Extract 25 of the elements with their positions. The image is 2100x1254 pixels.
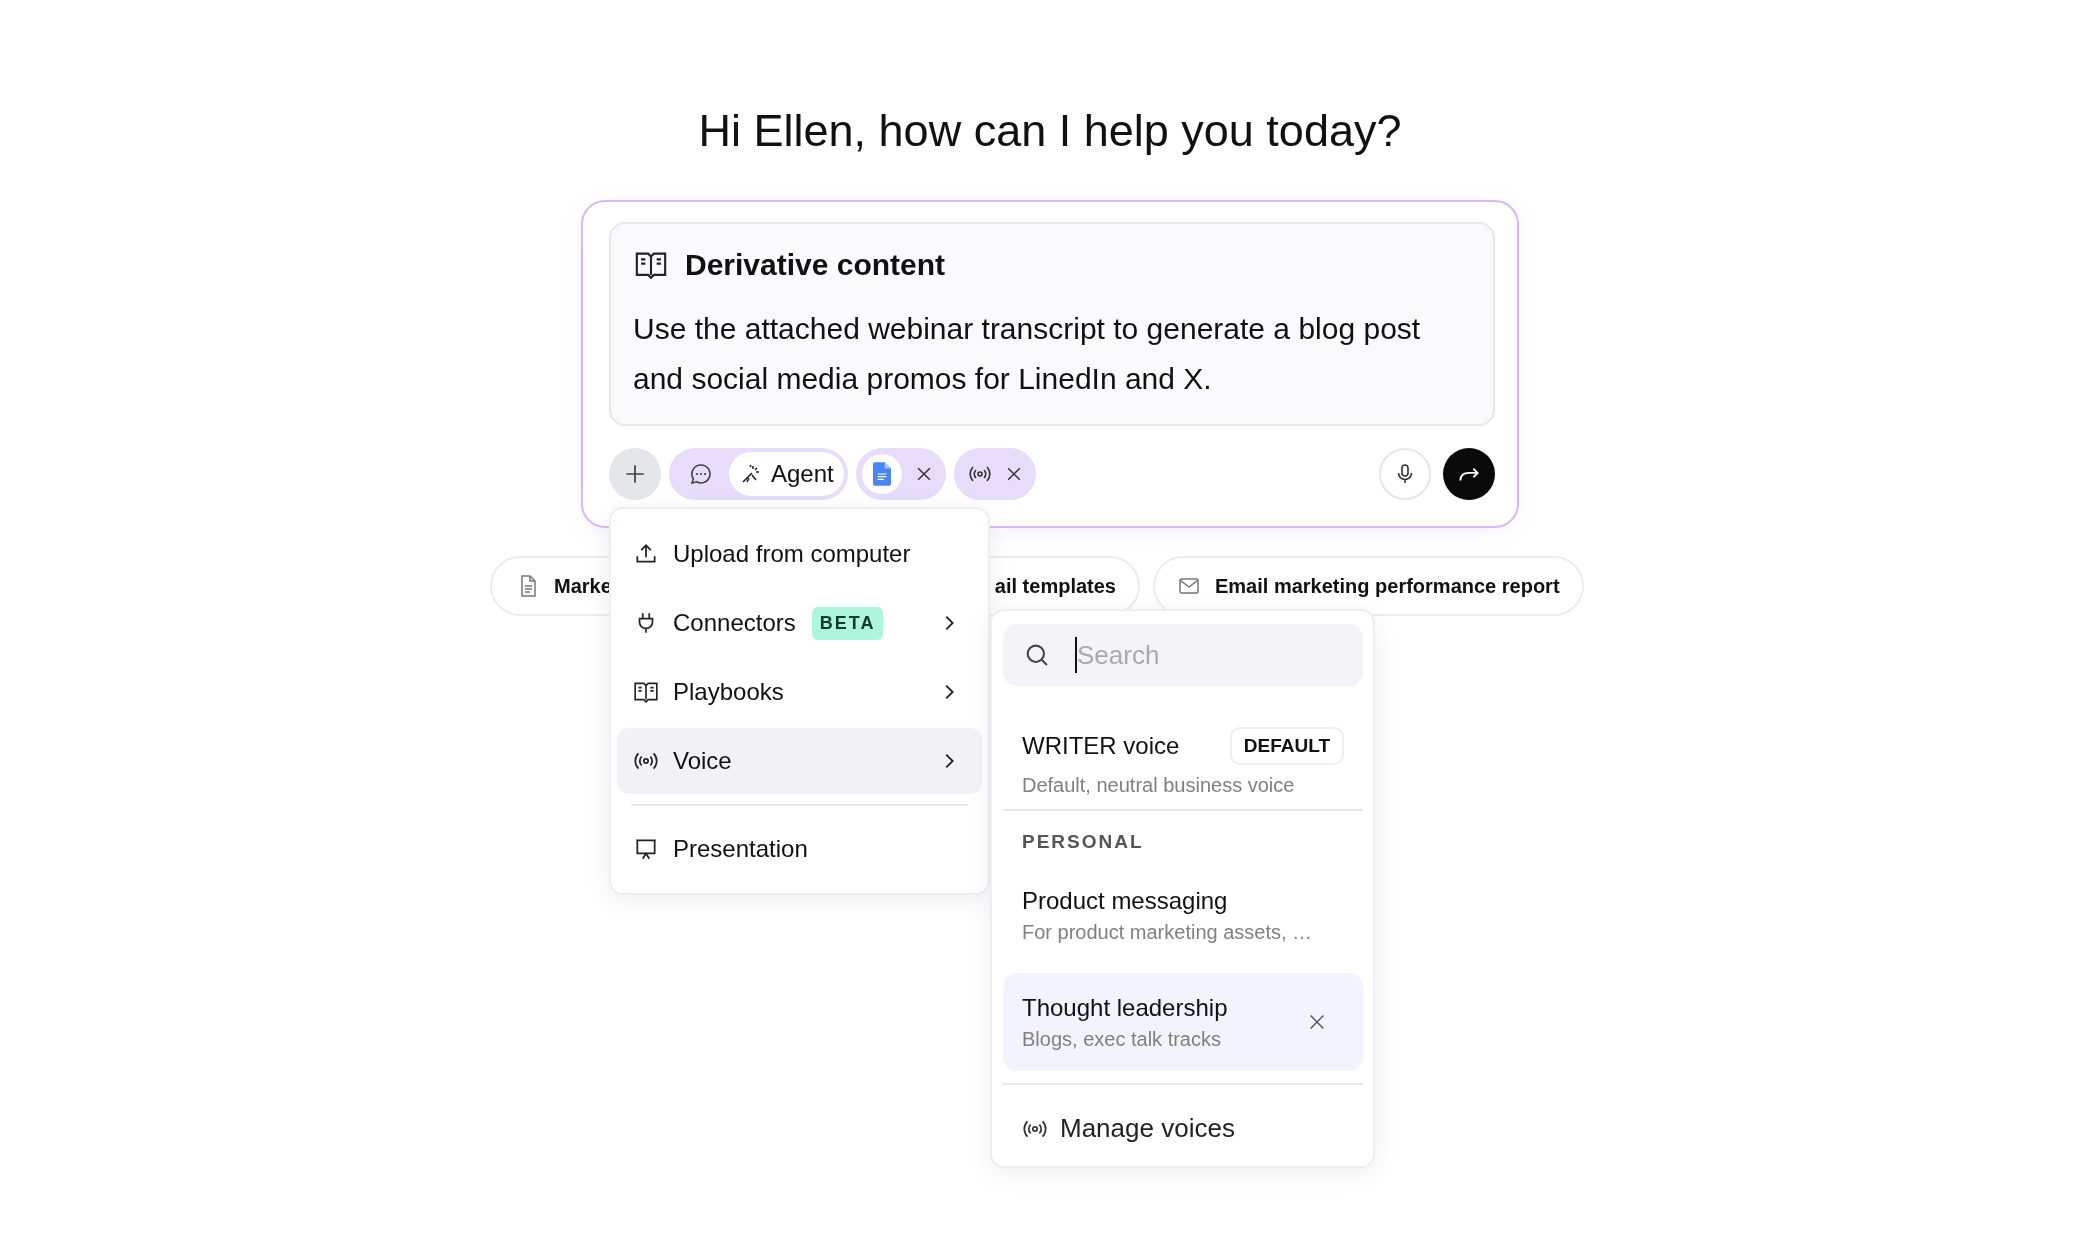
voice-option[interactable]: WRITER voice DEFAULT Default, neutral business voice [1003, 686, 1363, 809]
manage-voices-link[interactable]: Manage voices [1003, 1085, 1363, 1172]
playbook-title: Derivative content [685, 248, 946, 282]
search-field[interactable]: Search [1003, 624, 1363, 686]
microphone-button[interactable] [1379, 448, 1431, 500]
voice-option[interactable]: Product messaging For product marketing assets, … [1003, 869, 1363, 961]
voice-chip[interactable] [953, 448, 1036, 500]
prompt-text: Use the attached webinar transcript to generate a blog post and social media promos for LinedIn and X. [633, 311, 1422, 397]
menu-item[interactable]: Upload from computer [617, 521, 982, 587]
menu-item[interactable]: Connectors BETA [617, 590, 982, 656]
document-icon [872, 462, 891, 486]
default-badge: DEFAULT [1229, 727, 1344, 765]
beta-badge: BETA [811, 606, 884, 640]
greeting-heading: Hi Ellen, how can I help you today? [698, 104, 1402, 158]
menu-item[interactable]: Playbooks [617, 659, 982, 725]
presentation-board-icon [633, 836, 659, 862]
voice-option[interactable]: Thought leadership Blogs, exec talk tracks [1003, 973, 1363, 1071]
section-label: PERSONAL [1021, 830, 1145, 854]
menu-item[interactable]: Voice [617, 728, 982, 794]
prompt-card[interactable]: Derivative content Use the attached webinar transcript to generate a blog post and social media promos for LinedIn and X. [609, 222, 1495, 426]
add-button[interactable] [609, 448, 661, 500]
menu-item[interactable]: Presentation [617, 816, 982, 882]
agent-tab[interactable]: Agent [729, 452, 844, 496]
send-button[interactable] [1443, 448, 1495, 500]
chat-bubble-icon [689, 462, 713, 486]
